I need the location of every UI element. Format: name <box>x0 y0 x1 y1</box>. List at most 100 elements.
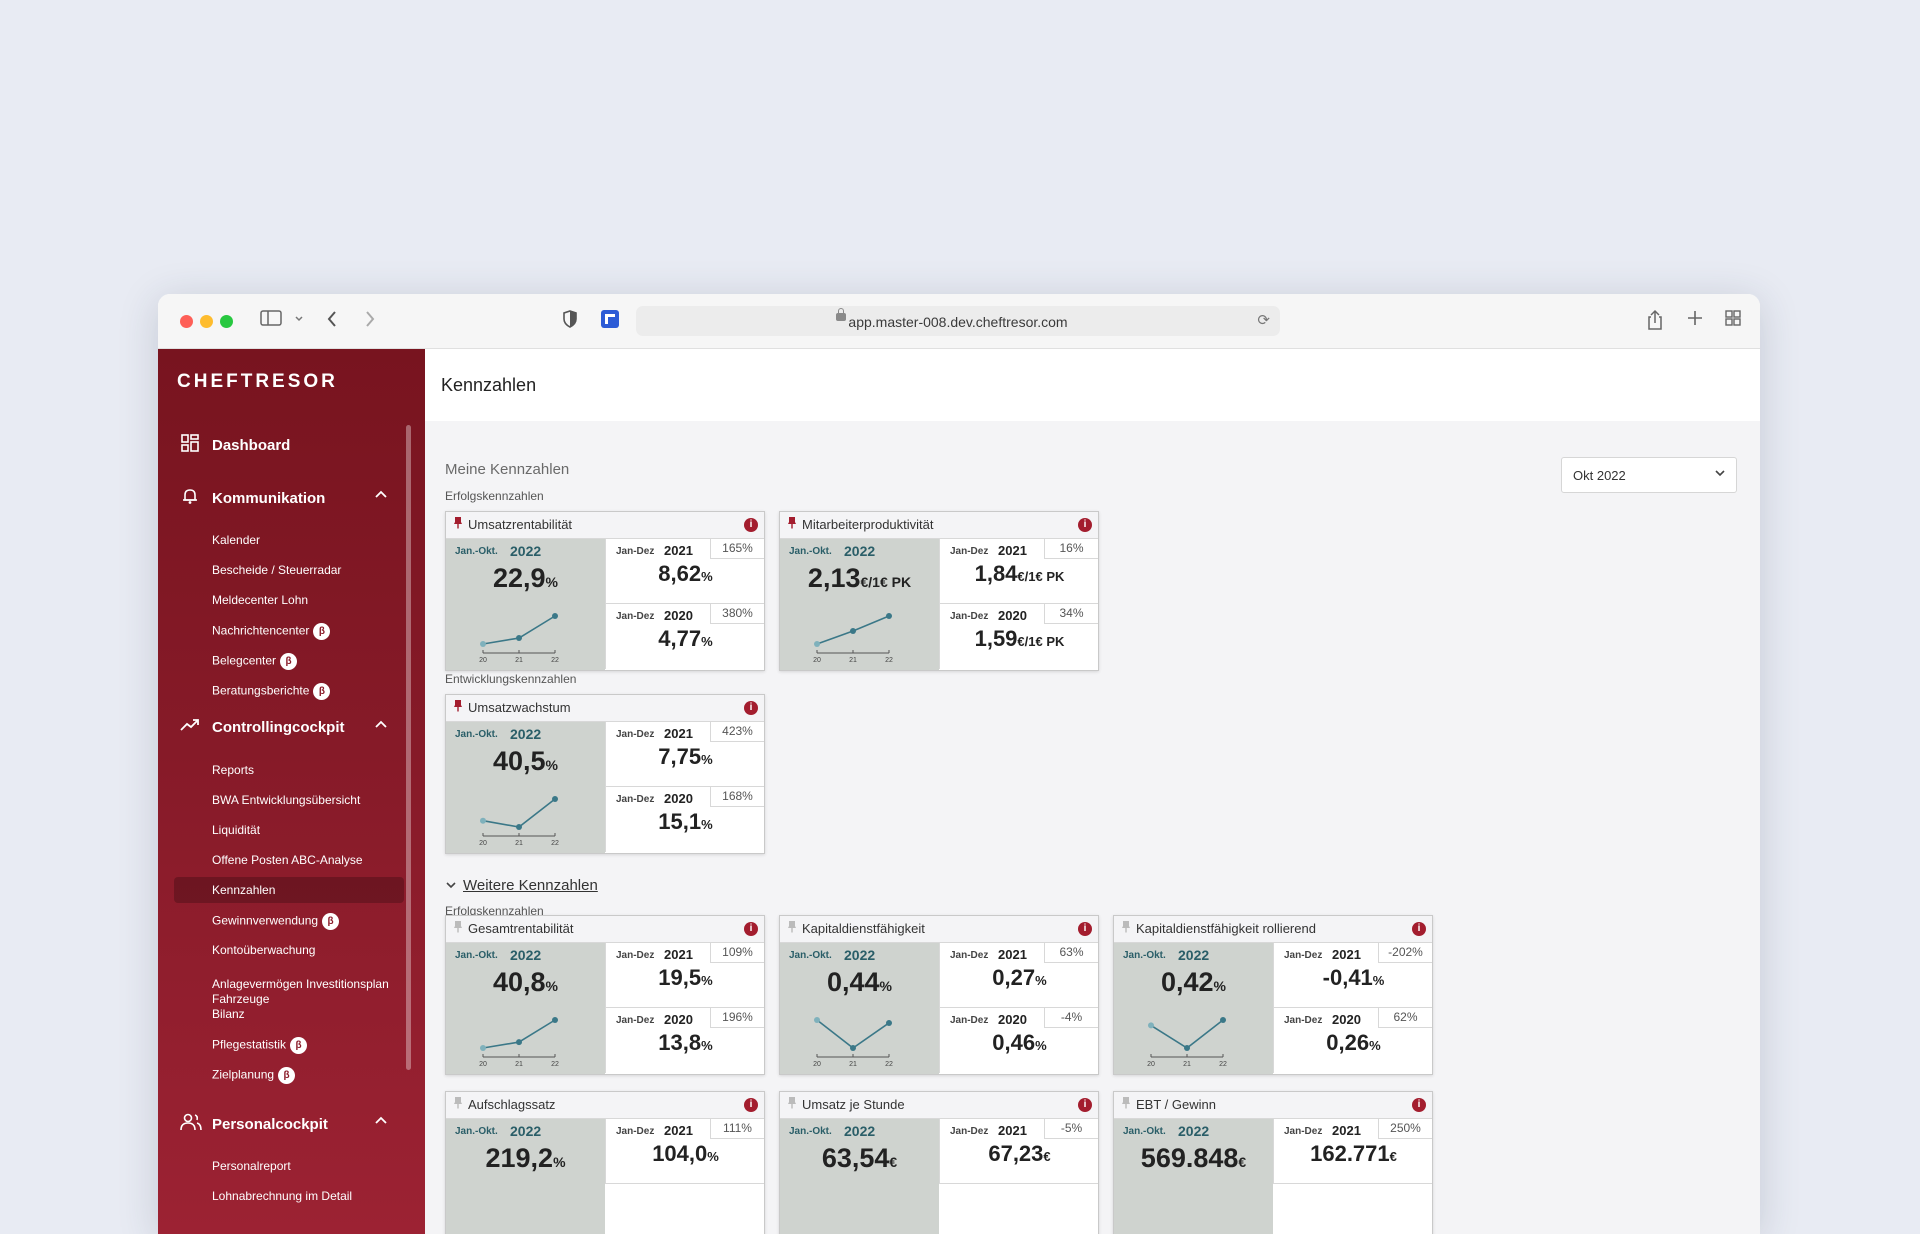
forward-icon[interactable] <box>364 309 376 335</box>
info-icon[interactable]: i <box>1078 922 1092 936</box>
kpi-unit: % <box>879 978 892 994</box>
spark-label: 20 <box>813 657 821 664</box>
kpi-card-mitarbeiterproduktivität[interactable]: Mitarbeiterproduktivität i Jan.-Okt. 2022 2,… <box>779 511 1099 671</box>
pin-icon[interactable] <box>787 516 797 532</box>
privacy-shield-icon[interactable] <box>562 309 578 335</box>
kpi-comparison-2020: Jan-Dez 2020 380% 4,77% <box>605 604 764 669</box>
sidebar-item-kalender[interactable]: Kalender <box>212 533 260 548</box>
info-icon[interactable]: i <box>744 701 758 715</box>
kpi-card-aufschlagssatz[interactable]: Aufschlagssatz i Jan.-Okt. 2022 219,2% Jan-De… <box>445 1091 765 1234</box>
kpi-card-kapitaldienstfähigkeit-rollierend[interactable]: Kapitaldienstfähigkeit rollierend i Jan.-O… <box>1113 915 1433 1075</box>
kpi-card-umsatzwachstum[interactable]: Umsatzwachstum i Jan.-Okt. 2022 40,5% 20 21 22 J… <box>445 694 765 854</box>
comparison-year: 2021 <box>998 543 1027 558</box>
info-icon[interactable]: i <box>744 1098 758 1112</box>
kpi-card-ebt-gewinn[interactable]: EBT / Gewinn i Jan.-Okt. 2022 569.848€ Jan-De… <box>1113 1091 1433 1234</box>
sidebar-item-personalreport[interactable]: Personalreport <box>212 1159 291 1174</box>
sidebar-item-bwa-entwicklungsübersicht[interactable]: BWA Entwicklungsübersicht <box>212 793 360 808</box>
sidebar-item-offene-posten-abc-analyse[interactable]: Offene Posten ABC-Analyse <box>212 853 363 868</box>
pin-icon[interactable] <box>453 1096 463 1112</box>
chevron-down-icon[interactable] <box>294 309 304 333</box>
sidebar-item-belegcenter[interactable]: Belegcenter β <box>212 653 298 670</box>
sidebar-toggle-icon[interactable] <box>260 309 282 333</box>
minimize-window-button[interactable] <box>200 315 213 328</box>
zoom-window-button[interactable] <box>220 315 233 328</box>
kpi-period: Jan.-Okt. <box>455 1126 498 1137</box>
chevron-up-icon[interactable] <box>374 717 388 734</box>
sidebar-item-pflegestatistik[interactable]: Pflegestatistik β <box>212 1037 308 1054</box>
kpi-sparkline: 20 21 22 <box>813 609 905 670</box>
pin-icon[interactable] <box>787 1096 797 1112</box>
sidebar-item-anlagevermögen-investitionsplan-fahrzeuge[interactable]: Anlagevermögen Investitionsplan Fahrzeug… <box>212 977 402 1007</box>
kpi-card-title: Umsatzwachstum <box>468 700 571 715</box>
sidebar-item-bilanz[interactable]: Bilanz <box>212 1007 245 1022</box>
comparison-year: 2021 <box>1332 947 1361 962</box>
sidebar-item-gewinnverwendung[interactable]: Gewinnverwendung β <box>212 913 340 930</box>
sidebar-item-kontoüberwachung[interactable]: Kontoüberwachung <box>212 943 315 958</box>
more-kpis-toggle[interactable]: Weitere Kennzahlen <box>445 877 598 894</box>
kpi-value: 63,54 <box>821 1143 890 1173</box>
info-icon[interactable]: i <box>744 518 758 532</box>
kpi-card-title: Aufschlagssatz <box>468 1097 556 1112</box>
info-icon[interactable]: i <box>1412 922 1426 936</box>
dashboard-icon <box>180 434 200 457</box>
sidebar-item-beratungsberichte[interactable]: Beratungsberichte β <box>212 683 331 700</box>
cheftresor-logo[interactable]: CHEFTRESOR <box>177 371 338 393</box>
address-bar[interactable]: app.master-008.dev.cheftresor.com ⟳ <box>636 306 1280 336</box>
period-select[interactable]: Okt 2022 <box>1561 457 1737 493</box>
spark-point <box>814 641 820 647</box>
sidebar-item-nachrichtencenter[interactable]: Nachrichtencenter β <box>212 623 331 640</box>
info-icon[interactable]: i <box>1412 1098 1426 1112</box>
pin-icon[interactable] <box>453 920 463 936</box>
sidebar-section-kommunikation[interactable]: Kommunikation <box>180 487 325 510</box>
period-select-value: Okt 2022 <box>1573 468 1626 483</box>
kpi-unit: % <box>545 574 558 590</box>
sidebar-item-kennzahlen[interactable]: Kennzahlen <box>212 883 275 898</box>
new-tab-icon[interactable] <box>1686 309 1704 333</box>
kpi-comparison-2021: Jan-Dez 2021 63% 0,27% <box>939 943 1098 1008</box>
comparison-value: 1,84 <box>974 561 1018 586</box>
reload-icon[interactable]: ⟳ <box>1257 311 1270 329</box>
comparison-change-percent: 250% <box>1378 1119 1432 1139</box>
sidebar-item-lohnabrechnung-im-detail[interactable]: Lohnabrechnung im Detail <box>212 1189 352 1204</box>
close-window-button[interactable] <box>180 315 193 328</box>
kpi-current-value: Jan.-Okt. 2022 63,54€ <box>780 1119 939 1234</box>
kpi-card-umsatz-je-stunde[interactable]: Umsatz je Stunde i Jan.-Okt. 2022 63,54€ Jan-… <box>779 1091 1099 1234</box>
kpi-card-gesamtrentabilität[interactable]: Gesamtrentabilität i Jan.-Okt. 2022 40,8% 20 2… <box>445 915 765 1075</box>
spark-point <box>850 628 856 635</box>
kpi-card-kapitaldienstfähigkeit[interactable]: Kapitaldienstfähigkeit i Jan.-Okt. 2022 0,44… <box>779 915 1099 1075</box>
comparison-value-wrap: 1,84€/1€ PK <box>940 561 1099 587</box>
chevron-up-icon[interactable] <box>374 487 388 504</box>
sidebar-item-liquidität[interactable]: Liquidität <box>212 823 260 838</box>
pin-icon[interactable] <box>787 920 797 936</box>
pin-icon[interactable] <box>1121 1096 1131 1112</box>
info-icon[interactable]: i <box>744 922 758 936</box>
sidebar-item-zielplanung[interactable]: Zielplanung β <box>212 1067 296 1084</box>
info-icon[interactable]: i <box>1078 1098 1092 1112</box>
sidebar-section-controllingcockpit[interactable]: Controllingcockpit <box>180 717 345 738</box>
sidebar-section-personalcockpit[interactable]: Personalcockpit <box>180 1113 328 1136</box>
kpi-comparison-2021: Jan-Dez 2021 111% 104,0% <box>605 1119 764 1184</box>
sidebar-item-dashboard[interactable]: Dashboard <box>180 434 290 457</box>
kpi-comparison-2020: Jan-Dez 2020 196% 13,8% <box>605 1008 764 1073</box>
pin-icon[interactable] <box>453 699 463 715</box>
chevron-up-icon[interactable] <box>374 1113 388 1130</box>
sidebar-item-reports[interactable]: Reports <box>212 763 254 778</box>
kpi-card-umsatzrentabilität[interactable]: Umsatzrentabilität i Jan.-Okt. 2022 22,9% 20 2… <box>445 511 765 671</box>
kpi-comparison-2021: Jan-Dez 2021 -202% -0,41% <box>1273 943 1432 1008</box>
sidebar-item-bescheide-steuerradar[interactable]: Bescheide / Steuerradar <box>212 563 341 578</box>
pin-icon[interactable] <box>1121 920 1131 936</box>
tab-overview-icon[interactable] <box>1724 309 1742 333</box>
kpi-value-wrap: 569.848€ <box>1114 1143 1273 1174</box>
comparison-period: Jan-Dez <box>616 1126 655 1137</box>
info-icon[interactable]: i <box>1078 518 1092 532</box>
sidebar-item-meldecenter-lohn[interactable]: Meldecenter Lohn <box>212 593 308 608</box>
comparison-value: 1,59 <box>974 626 1018 651</box>
comparison-change-percent: -202% <box>1378 943 1432 963</box>
kpi-current-value: Jan.-Okt. 2022 22,9% 20 21 22 <box>446 539 605 670</box>
extension-icon[interactable] <box>600 309 620 335</box>
back-icon[interactable] <box>326 309 338 335</box>
pin-icon[interactable] <box>453 516 463 532</box>
share-icon[interactable] <box>1646 309 1664 337</box>
sidebar-scrollbar[interactable] <box>406 425 411 1070</box>
comparison-value-wrap: 162.771€ <box>1274 1141 1433 1167</box>
